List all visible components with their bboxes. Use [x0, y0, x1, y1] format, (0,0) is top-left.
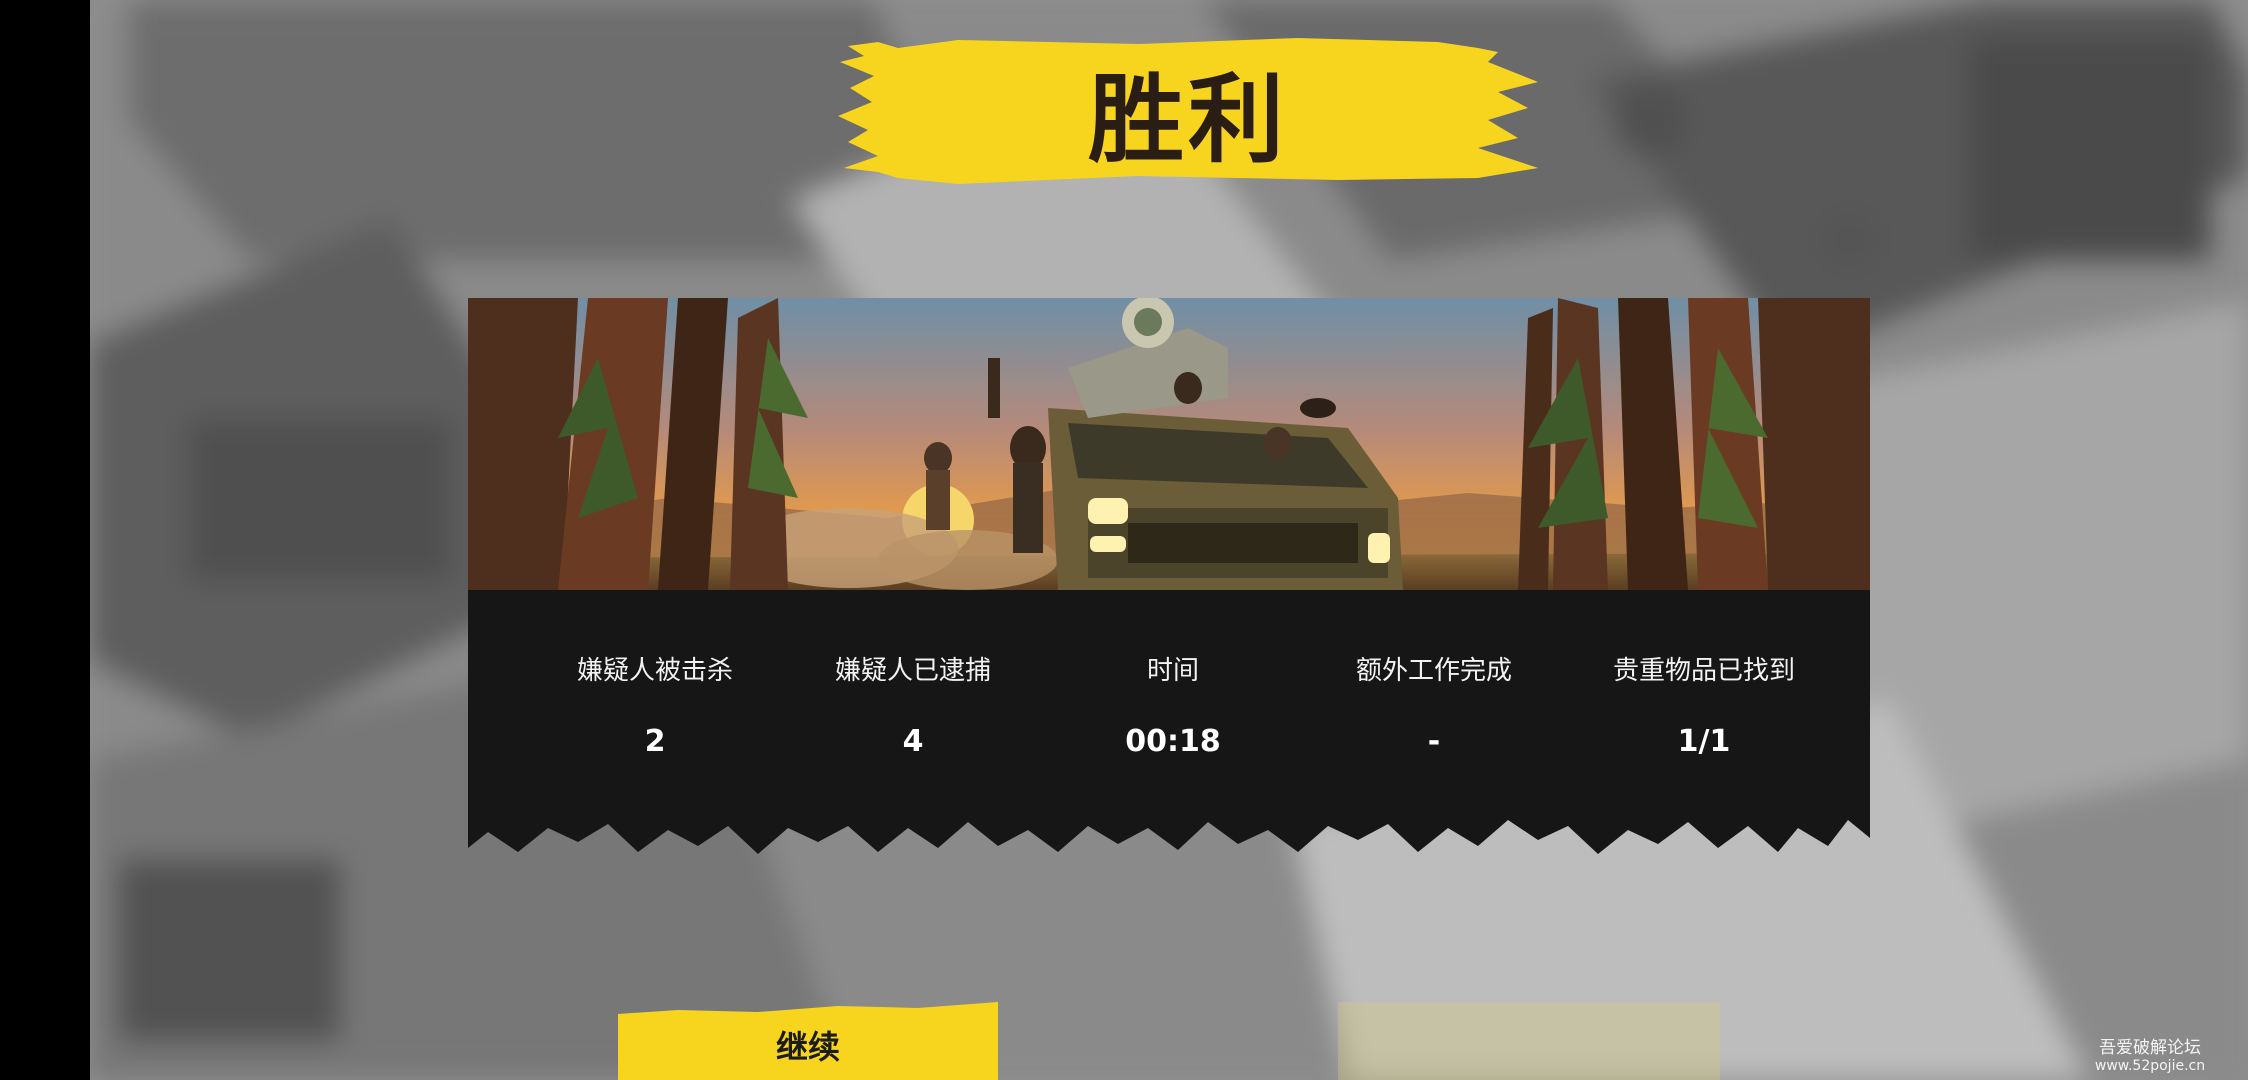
stat-value: 1/1 [1677, 724, 1731, 759]
stat-value: 2 [644, 724, 666, 759]
stat-value: - [1427, 724, 1441, 759]
stat-value: 4 [902, 724, 924, 759]
stat-label: 嫌疑人已逮捕 [834, 656, 991, 686]
stat-label: 嫌疑人被击杀 [576, 656, 733, 686]
watermark-url: www.52pojie.cn [2094, 1058, 2206, 1074]
stats-area: 嫌疑人被击杀 2 嫌疑人已逮捕 4 时间 00:18 额外工作完成 - 贵重物品… [468, 590, 1870, 858]
result-panel: 嫌疑人被击杀 2 嫌疑人已逮捕 4 时间 00:18 额外工作完成 - 贵重物品… [468, 298, 1870, 858]
stat-value: 00:18 [1125, 724, 1221, 759]
watermark-title: 吾爱破解论坛 [2099, 1038, 2201, 1058]
forum-watermark: 吾爱破解论坛 www.52pojie.cn [2060, 1033, 2240, 1074]
continue-button[interactable]: 继续 [618, 1002, 998, 1080]
secondary-button[interactable] [1338, 1002, 1720, 1080]
victory-banner: 胜利 [838, 38, 1538, 184]
continue-button-label: 继续 [775, 1028, 840, 1066]
victory-screen: 胜利 嫌疑人被击杀 2 嫌疑人已逮捕 4 时间 00:18 额外工作完成 - 贵… [0, 0, 2248, 1080]
stat-label: 贵重物品已找到 [1612, 656, 1795, 686]
victory-title: 胜利 [1088, 63, 1288, 176]
stat-label: 时间 [1146, 656, 1199, 686]
victory-scene-illustration [468, 298, 1870, 590]
stat-label: 额外工作完成 [1355, 656, 1512, 686]
